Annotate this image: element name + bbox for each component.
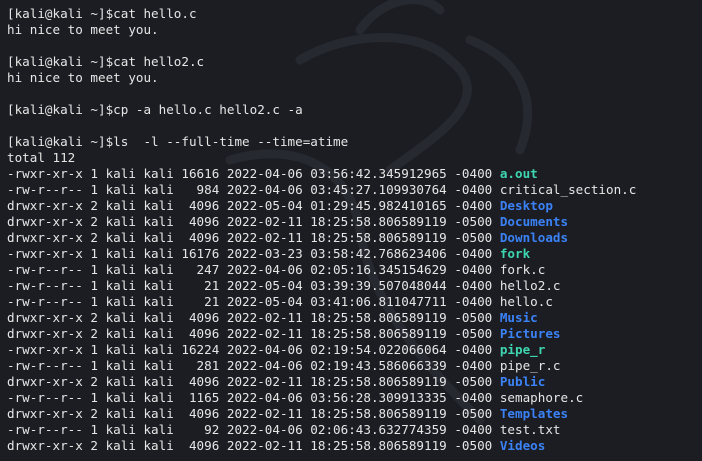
file-metadata: drwxr-xr-x 2 kali kali 4096 2022-05-04 0… <box>7 198 500 213</box>
terminal-output: [kali@kali ~]$cat hello.c hi nice to meet… <box>7 6 636 454</box>
listing-row: -rwxr-xr-x 1 kali kali 16176 2022-03-23 … <box>7 246 636 262</box>
command-line: [kali@kali ~]$cat hello.c <box>7 6 197 21</box>
executable-name: fork <box>499 246 531 261</box>
file-name: hello2.c <box>499 278 561 293</box>
listing-row: -rwxr-xr-x 1 kali kali 16224 2022-04-06 … <box>7 342 636 358</box>
command-line: [kali@kali ~]$cp -a hello.c hello2.c -a <box>7 102 303 117</box>
listing-row: drwxr-xr-x 2 kali kali 4096 2022-02-11 1… <box>7 374 636 390</box>
listing-row: drwxr-xr-x 2 kali kali 4096 2022-02-11 1… <box>7 230 636 246</box>
executable-name: pipe_r <box>499 342 546 357</box>
directory-name: Templates <box>499 406 569 421</box>
file-metadata: drwxr-xr-x 2 kali kali 4096 2022-02-11 1… <box>7 230 500 245</box>
directory-name: Downloads <box>499 230 569 245</box>
file-name: semaphore.c <box>499 390 584 405</box>
directory-name: Music <box>499 310 538 325</box>
file-name: critical_section.c <box>499 182 637 197</box>
directory-name: Pictures <box>499 326 561 341</box>
listing-row: drwxr-xr-x 2 kali kali 4096 2022-05-04 0… <box>7 198 636 214</box>
listing-row: -rw-r--r-- 1 kali kali 984 2022-04-06 03… <box>7 182 636 198</box>
listing-row: -rw-r--r-- 1 kali kali 281 2022-04-06 02… <box>7 358 636 374</box>
file-metadata: -rw-r--r-- 1 kali kali 21 2022-05-04 03:… <box>7 294 500 309</box>
file-name: test.txt <box>499 422 561 437</box>
file-metadata: -rwxr-xr-x 1 kali kali 16224 2022-04-06 … <box>7 342 500 357</box>
file-metadata: -rwxr-xr-x 1 kali kali 16616 2022-04-06 … <box>7 166 500 181</box>
file-metadata: drwxr-xr-x 2 kali kali 4096 2022-02-11 1… <box>7 214 500 229</box>
command-line: [kali@kali ~]$cat hello2.c <box>7 54 205 69</box>
listing-row: drwxr-xr-x 2 kali kali 4096 2022-02-11 1… <box>7 406 636 422</box>
output-line: hi nice to meet you. <box>7 22 159 37</box>
listing-row: -rw-r--r-- 1 kali kali 92 2022-04-06 02:… <box>7 422 636 438</box>
terminal-window[interactable]: [kali@kali ~]$cat hello.c hi nice to meet… <box>0 0 702 461</box>
file-metadata: -rw-r--r-- 1 kali kali 1165 2022-04-06 0… <box>7 390 500 405</box>
output-line: total 112 <box>7 150 76 165</box>
file-metadata: -rw-r--r-- 1 kali kali 281 2022-04-06 02… <box>7 358 500 373</box>
executable-name: a.out <box>499 166 538 181</box>
listing-row: drwxr-xr-x 2 kali kali 4096 2022-02-11 1… <box>7 326 636 342</box>
command-line: [kali@kali ~]$ls -l --full-time --time=a… <box>7 134 349 149</box>
listing-row: -rwxr-xr-x 1 kali kali 16616 2022-04-06 … <box>7 166 636 182</box>
listing-row: drwxr-xr-x 2 kali kali 4096 2022-02-11 1… <box>7 438 636 454</box>
listing-row: -rw-r--r-- 1 kali kali 1165 2022-04-06 0… <box>7 390 636 406</box>
file-metadata: -rwxr-xr-x 1 kali kali 16176 2022-03-23 … <box>7 246 500 261</box>
directory-name: Videos <box>499 438 546 453</box>
output-line: hi nice to meet you. <box>7 70 159 85</box>
listing-row: drwxr-xr-x 2 kali kali 4096 2022-02-11 1… <box>7 214 636 230</box>
file-metadata: drwxr-xr-x 2 kali kali 4096 2022-02-11 1… <box>7 374 500 389</box>
file-name: pipe_r.c <box>499 358 561 373</box>
file-name: hello.c <box>499 294 553 309</box>
file-name: fork.c <box>499 262 546 277</box>
directory-name: Public <box>499 374 546 389</box>
listing-row: -rw-r--r-- 1 kali kali 21 2022-05-04 03:… <box>7 278 636 294</box>
file-metadata: -rw-r--r-- 1 kali kali 984 2022-04-06 03… <box>7 182 500 197</box>
directory-name: Documents <box>499 214 569 229</box>
file-metadata: drwxr-xr-x 2 kali kali 4096 2022-02-11 1… <box>7 310 500 325</box>
file-metadata: drwxr-xr-x 2 kali kali 4096 2022-02-11 1… <box>7 406 500 421</box>
listing-row: -rw-r--r-- 1 kali kali 247 2022-04-06 02… <box>7 262 636 278</box>
file-metadata: -rw-r--r-- 1 kali kali 92 2022-04-06 02:… <box>7 422 500 437</box>
file-metadata: -rw-r--r-- 1 kali kali 247 2022-04-06 02… <box>7 262 500 277</box>
listing-row: drwxr-xr-x 2 kali kali 4096 2022-02-11 1… <box>7 310 636 326</box>
directory-name: Desktop <box>499 198 553 213</box>
file-metadata: drwxr-xr-x 2 kali kali 4096 2022-02-11 1… <box>7 326 500 341</box>
file-metadata: -rw-r--r-- 1 kali kali 21 2022-05-04 03:… <box>7 278 500 293</box>
listing-row: -rw-r--r-- 1 kali kali 21 2022-05-04 03:… <box>7 294 636 310</box>
file-metadata: drwxr-xr-x 2 kali kali 4096 2022-02-11 1… <box>7 438 500 453</box>
